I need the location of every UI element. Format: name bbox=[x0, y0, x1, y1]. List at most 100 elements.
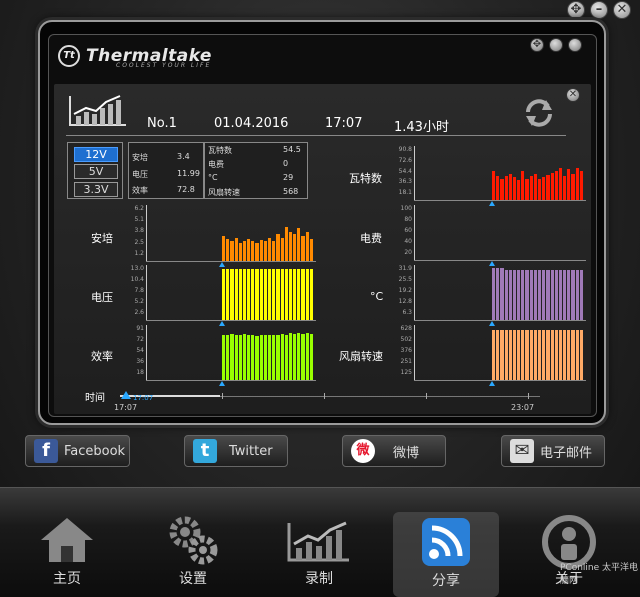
chart-bar bbox=[288, 232, 293, 261]
chart-tick-label: 80 bbox=[404, 216, 412, 223]
chart-bar bbox=[579, 270, 583, 320]
chart-bar bbox=[500, 268, 504, 320]
chart-label-ampere: 安培 bbox=[91, 232, 113, 245]
chart-bar bbox=[558, 270, 563, 320]
chart-bar bbox=[546, 330, 550, 380]
timeline-tick bbox=[426, 393, 427, 399]
chart-tick-label: 25.5 bbox=[398, 276, 412, 283]
chart-tick-label: 5.2 bbox=[134, 298, 144, 305]
record-time: 17:07 bbox=[325, 116, 363, 131]
chart-bar bbox=[276, 233, 280, 261]
chart-bar bbox=[293, 269, 297, 320]
chart-bar bbox=[521, 171, 525, 200]
chart-bar bbox=[500, 178, 504, 200]
chart-bar bbox=[504, 176, 508, 200]
chart-bar bbox=[546, 175, 550, 200]
chart-bar bbox=[251, 241, 255, 261]
chart-tick-label: 6.3 bbox=[402, 309, 412, 316]
voltage-option-5v[interactable]: 5V bbox=[74, 164, 118, 179]
chart-bar bbox=[263, 241, 267, 261]
chart-bar bbox=[226, 239, 230, 261]
chart-bar bbox=[276, 269, 280, 320]
email-button[interactable]: ✉ 电子邮件 bbox=[501, 435, 605, 467]
chart-baseline bbox=[146, 380, 316, 381]
monitor-close-button[interactable]: ✕ bbox=[566, 88, 580, 102]
stat-value: 11.99 bbox=[177, 169, 200, 178]
chart-time-marker bbox=[489, 321, 495, 326]
chart-tick-label: 2.6 bbox=[134, 309, 144, 316]
chart-bar bbox=[280, 237, 284, 261]
chart-label-wattage: 瓦特数 bbox=[349, 172, 382, 185]
weibo-button[interactable]: 微 微博 bbox=[342, 435, 446, 467]
chart-bar bbox=[508, 270, 512, 320]
chart-bar bbox=[525, 270, 529, 320]
timeline-handle[interactable] bbox=[121, 391, 131, 399]
close-button[interactable]: ✕ bbox=[613, 1, 631, 19]
panel-minimize-button[interactable] bbox=[549, 38, 563, 52]
stat-value: 54.5 bbox=[283, 145, 301, 154]
weibo-label: 微博 bbox=[393, 445, 420, 461]
chart-baseline bbox=[414, 320, 586, 321]
refresh-icon[interactable] bbox=[522, 98, 556, 128]
chart-tick-label: 36 bbox=[136, 358, 144, 365]
chart-bar bbox=[268, 237, 272, 261]
timeline-tick bbox=[324, 393, 325, 399]
chart-label-efficiency: 效率 bbox=[91, 350, 113, 363]
move-icon[interactable]: ✥ bbox=[567, 1, 585, 19]
chart-bar bbox=[301, 334, 305, 380]
chart-bar bbox=[305, 269, 309, 320]
chart-bar bbox=[222, 334, 226, 380]
timeline-tick bbox=[528, 393, 529, 399]
panel-close-button[interactable] bbox=[568, 38, 582, 52]
chart-bar bbox=[525, 330, 529, 380]
chart-bar bbox=[309, 269, 313, 320]
brand-badge-icon: Tt bbox=[58, 45, 80, 67]
chart-bar bbox=[259, 240, 263, 261]
stat-value: 0 bbox=[283, 159, 289, 168]
chart-bar bbox=[242, 269, 247, 320]
minimize-button[interactable]: – bbox=[590, 1, 608, 19]
twitter-button[interactable]: t Twitter bbox=[184, 435, 288, 467]
nav-settings[interactable]: 设置 bbox=[148, 510, 238, 595]
voltage-option-12v[interactable]: 12V bbox=[74, 147, 118, 162]
chart-bar bbox=[263, 334, 267, 380]
chart-bar bbox=[226, 335, 230, 380]
chart-bar bbox=[263, 269, 267, 320]
chart-bar bbox=[558, 167, 563, 200]
chart-bar bbox=[575, 330, 579, 380]
watermark: PConline 太平洋电脑网 bbox=[560, 563, 639, 586]
chart-bar bbox=[280, 334, 284, 380]
chart-bar bbox=[293, 334, 297, 380]
chart-bar bbox=[504, 270, 508, 320]
timeline-cursor-time: 17:07 bbox=[133, 394, 154, 402]
chart-bar bbox=[301, 235, 305, 261]
facebook-button[interactable]: f Facebook bbox=[25, 435, 130, 467]
nav-record[interactable]: 录制 bbox=[274, 510, 364, 595]
nav-share[interactable]: 分享 bbox=[393, 512, 499, 597]
chart-bar bbox=[301, 269, 305, 320]
stat-label: 电费 bbox=[208, 160, 224, 169]
chart-bar bbox=[567, 270, 571, 320]
chart-bar bbox=[529, 270, 533, 320]
chart-bar bbox=[533, 270, 537, 320]
stat-value: 3.4 bbox=[177, 152, 190, 161]
chart-bar bbox=[571, 173, 575, 200]
voltage-option-3v3[interactable]: 3.3V bbox=[74, 182, 118, 197]
chart-bar bbox=[550, 270, 554, 320]
chart-bar bbox=[309, 239, 313, 261]
nav-home[interactable]: 主页 bbox=[22, 510, 112, 595]
chart-bar bbox=[508, 330, 512, 380]
chart-bar bbox=[297, 332, 301, 380]
stat-value: 72.8 bbox=[177, 185, 195, 194]
chart-bar bbox=[272, 241, 276, 261]
panel-move-icon[interactable]: ✥ bbox=[530, 38, 544, 52]
nav-label: 分享 bbox=[432, 573, 460, 589]
stat-label: 安培 bbox=[132, 153, 148, 162]
chart-axis bbox=[414, 265, 415, 320]
chart-tick-label: 72 bbox=[136, 336, 144, 343]
chart-bar bbox=[222, 269, 226, 320]
chart-axis bbox=[146, 205, 147, 261]
chart-bar bbox=[234, 237, 238, 261]
chart-baseline bbox=[146, 320, 316, 321]
chart-bar bbox=[575, 167, 579, 200]
